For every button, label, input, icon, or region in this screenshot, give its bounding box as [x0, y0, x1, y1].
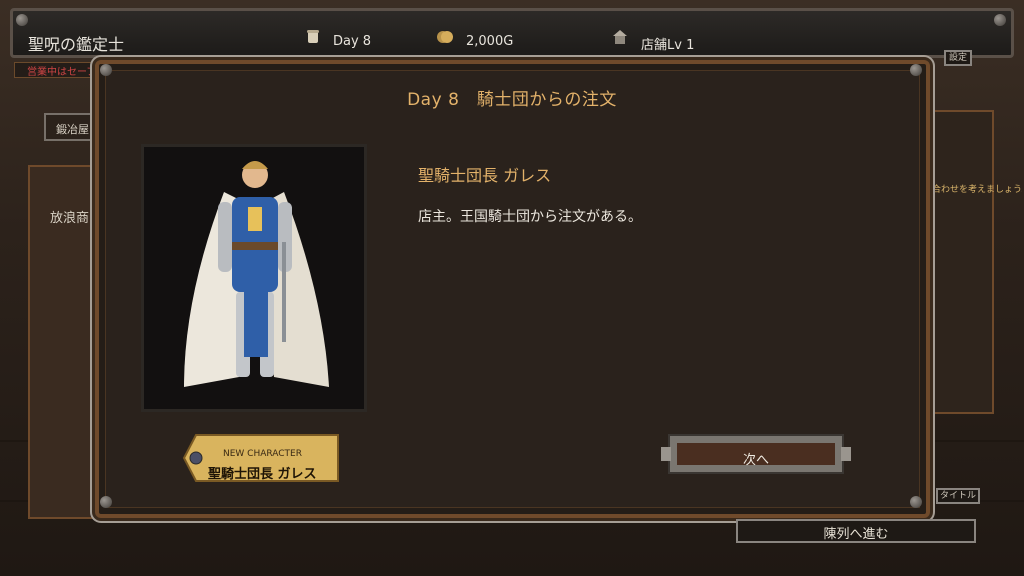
top-status-bar [10, 8, 1014, 58]
hint-text: 合わせを考えましょう。 [932, 185, 1022, 195]
rivet-icon [910, 496, 922, 508]
save-warning: 営業中はセーブ [14, 62, 98, 78]
coins-icon [437, 31, 453, 43]
game-title: 聖呪の鑑定士 [28, 35, 125, 54]
settings-button[interactable]: 設定 [944, 50, 972, 66]
next-button-label[interactable]: 次へ [659, 449, 853, 468]
rivet-icon [100, 64, 112, 76]
rivet-icon [910, 64, 922, 76]
character-portrait [141, 144, 367, 412]
character-description: 店主。王国騎士団から注文がある。 [418, 209, 642, 225]
new-character-label: NEW CHARACTER [223, 449, 302, 459]
scroll-icon [307, 30, 319, 43]
shop-icon [613, 30, 627, 44]
rivet-icon [994, 14, 1006, 26]
badge-character-name: 聖騎士団長 ガレス [208, 467, 317, 482]
dialog-title: Day 8 騎士団からの注文 [407, 90, 617, 110]
tab-wanderer[interactable]: 放浪商 [50, 207, 89, 226]
knight-portrait-image [184, 161, 329, 387]
day-counter: Day 8 [333, 34, 372, 49]
rivet-icon [100, 496, 112, 508]
gold-amount: 2,000G [466, 34, 514, 49]
shop-level: 店舗Lv 1 [641, 38, 695, 53]
proceed-button-label[interactable]: 陳列へ進む [736, 523, 976, 542]
rivet-icon [16, 14, 28, 26]
right-panel [930, 110, 994, 414]
title-button[interactable]: タイトル [936, 488, 980, 504]
character-name: 聖騎士団長 ガレス [418, 166, 552, 185]
